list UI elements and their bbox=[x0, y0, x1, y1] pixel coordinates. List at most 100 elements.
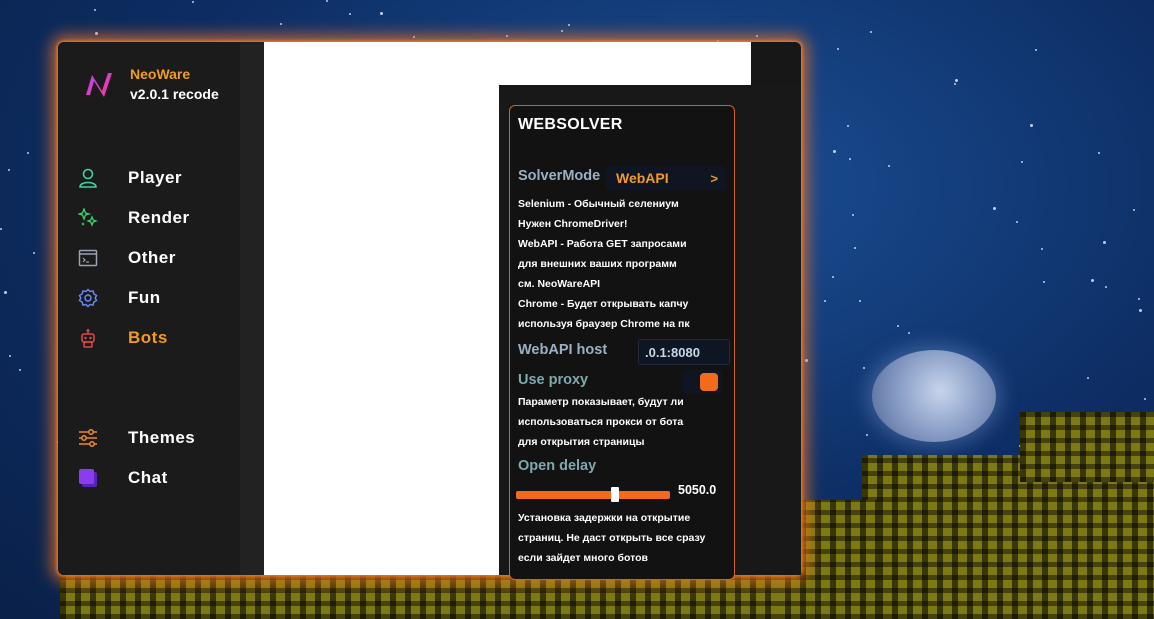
open-delay-description: Установка задержки на открытие страниц. … bbox=[518, 508, 705, 568]
star bbox=[756, 35, 758, 37]
solver-mode-label: SolverMode bbox=[518, 168, 601, 184]
star bbox=[380, 12, 383, 15]
star bbox=[1139, 309, 1142, 312]
sparkles-icon bbox=[78, 208, 98, 227]
desc-line: Chrome - Будет открывать капчу bbox=[518, 298, 689, 310]
toggle-knob bbox=[700, 373, 718, 391]
terrain-block bbox=[1020, 412, 1154, 482]
sidebar: NeoWare v2.0.1 recode Player Render Othe… bbox=[58, 42, 240, 575]
star bbox=[1144, 398, 1146, 400]
star bbox=[954, 83, 956, 85]
open-delay-value: 5050.0 bbox=[678, 483, 717, 497]
sidebar-item-fun[interactable]: Fun bbox=[78, 286, 161, 310]
star bbox=[1087, 377, 1089, 379]
star bbox=[8, 169, 10, 171]
star bbox=[1103, 241, 1106, 244]
star bbox=[859, 300, 861, 302]
star bbox=[1098, 152, 1100, 154]
sidebar-item-label: Bots bbox=[128, 328, 168, 347]
open-delay-slider[interactable] bbox=[516, 487, 670, 502]
open-delay-label: Open delay bbox=[518, 458, 597, 474]
desc-line: см. NeoWareAPI bbox=[518, 278, 601, 290]
star bbox=[1138, 298, 1140, 300]
webapi-host-input[interactable] bbox=[638, 339, 730, 365]
brand-version: v2.0.1 recode bbox=[130, 86, 219, 102]
star bbox=[1030, 124, 1033, 127]
desc-line: Параметр показывает, будут ли bbox=[518, 396, 684, 408]
sidebar-item-render[interactable]: Render bbox=[78, 206, 190, 230]
sidebar-item-chat[interactable]: Chat bbox=[78, 466, 168, 490]
star bbox=[866, 434, 868, 436]
sidebar-item-player[interactable]: Player bbox=[78, 166, 182, 190]
star bbox=[1016, 221, 1018, 223]
brand: NeoWare v2.0.1 recode bbox=[82, 64, 219, 104]
star bbox=[413, 36, 415, 38]
star bbox=[1133, 209, 1135, 211]
sidebar-item-themes[interactable]: Themes bbox=[78, 426, 195, 450]
sliders-icon bbox=[79, 429, 97, 447]
star bbox=[326, 0, 328, 2]
star bbox=[568, 24, 570, 26]
star bbox=[870, 31, 872, 33]
slider-thumb[interactable] bbox=[610, 487, 619, 502]
star bbox=[897, 325, 899, 327]
desc-line: для открытия страницы bbox=[518, 436, 645, 448]
use-proxy-toggle[interactable] bbox=[682, 370, 722, 394]
star bbox=[847, 125, 849, 127]
moon bbox=[872, 350, 996, 442]
client-window: NeoWare v2.0.1 recode Player Render Othe… bbox=[58, 42, 801, 580]
star bbox=[863, 367, 865, 369]
star bbox=[888, 165, 890, 167]
terminal-window-icon bbox=[78, 249, 98, 267]
solver-mode-value: WebAPI bbox=[616, 170, 669, 186]
star bbox=[506, 35, 508, 37]
desc-line: если зайдет много ботов bbox=[518, 552, 648, 564]
sidebar-item-label: Fun bbox=[128, 288, 161, 307]
user-icon bbox=[79, 168, 97, 188]
gear-icon bbox=[78, 288, 98, 308]
sidebar-item-label: Other bbox=[128, 248, 176, 267]
star bbox=[33, 252, 35, 254]
desc-line: Нужен ChromeDriver! bbox=[518, 218, 628, 230]
solver-mode-description: Selenium - Обычный селениум Нужен Chrome… bbox=[518, 194, 690, 334]
star bbox=[993, 207, 996, 210]
star bbox=[833, 150, 836, 153]
websolver-panel: WEBSOLVER SolverMode WebAPI > Selenium -… bbox=[509, 105, 735, 580]
star bbox=[1105, 286, 1107, 288]
star bbox=[849, 158, 851, 160]
use-proxy-description: Параметр показывает, будут ли использова… bbox=[518, 392, 684, 452]
chat-bubbles-icon bbox=[79, 469, 97, 487]
desc-line: использоваться прокси от бота bbox=[518, 416, 684, 428]
star bbox=[805, 359, 808, 362]
sidebar-divider bbox=[240, 42, 264, 575]
sidebar-item-bots[interactable]: Bots bbox=[78, 326, 168, 350]
star bbox=[9, 355, 11, 357]
sidebar-item-other[interactable]: Other bbox=[78, 246, 176, 270]
star bbox=[27, 152, 29, 154]
star bbox=[824, 300, 826, 302]
use-proxy-label: Use proxy bbox=[518, 372, 589, 388]
star bbox=[908, 332, 910, 334]
star bbox=[1043, 281, 1045, 283]
desc-line: WebAPI - Работа GET запросами bbox=[518, 238, 687, 250]
sidebar-item-label: Chat bbox=[128, 468, 168, 487]
webapi-host-label: WebAPI host bbox=[518, 342, 608, 358]
blank-module-list bbox=[264, 85, 499, 575]
sidebar-item-label: Render bbox=[128, 208, 190, 227]
star bbox=[94, 9, 96, 11]
star bbox=[19, 369, 21, 371]
star bbox=[349, 13, 351, 15]
blank-module-area bbox=[264, 42, 751, 85]
star bbox=[955, 79, 958, 82]
star bbox=[1035, 49, 1037, 51]
star bbox=[1041, 248, 1043, 250]
solver-mode-select[interactable]: WebAPI > bbox=[606, 166, 726, 190]
star bbox=[837, 48, 839, 50]
desc-line: страниц. Не даст открыть все сразу bbox=[518, 532, 706, 544]
star bbox=[192, 1, 194, 3]
brand-name: NeoWare bbox=[130, 66, 191, 82]
star bbox=[852, 214, 854, 216]
star bbox=[0, 228, 2, 230]
robot-icon bbox=[81, 329, 95, 348]
star bbox=[832, 276, 834, 278]
